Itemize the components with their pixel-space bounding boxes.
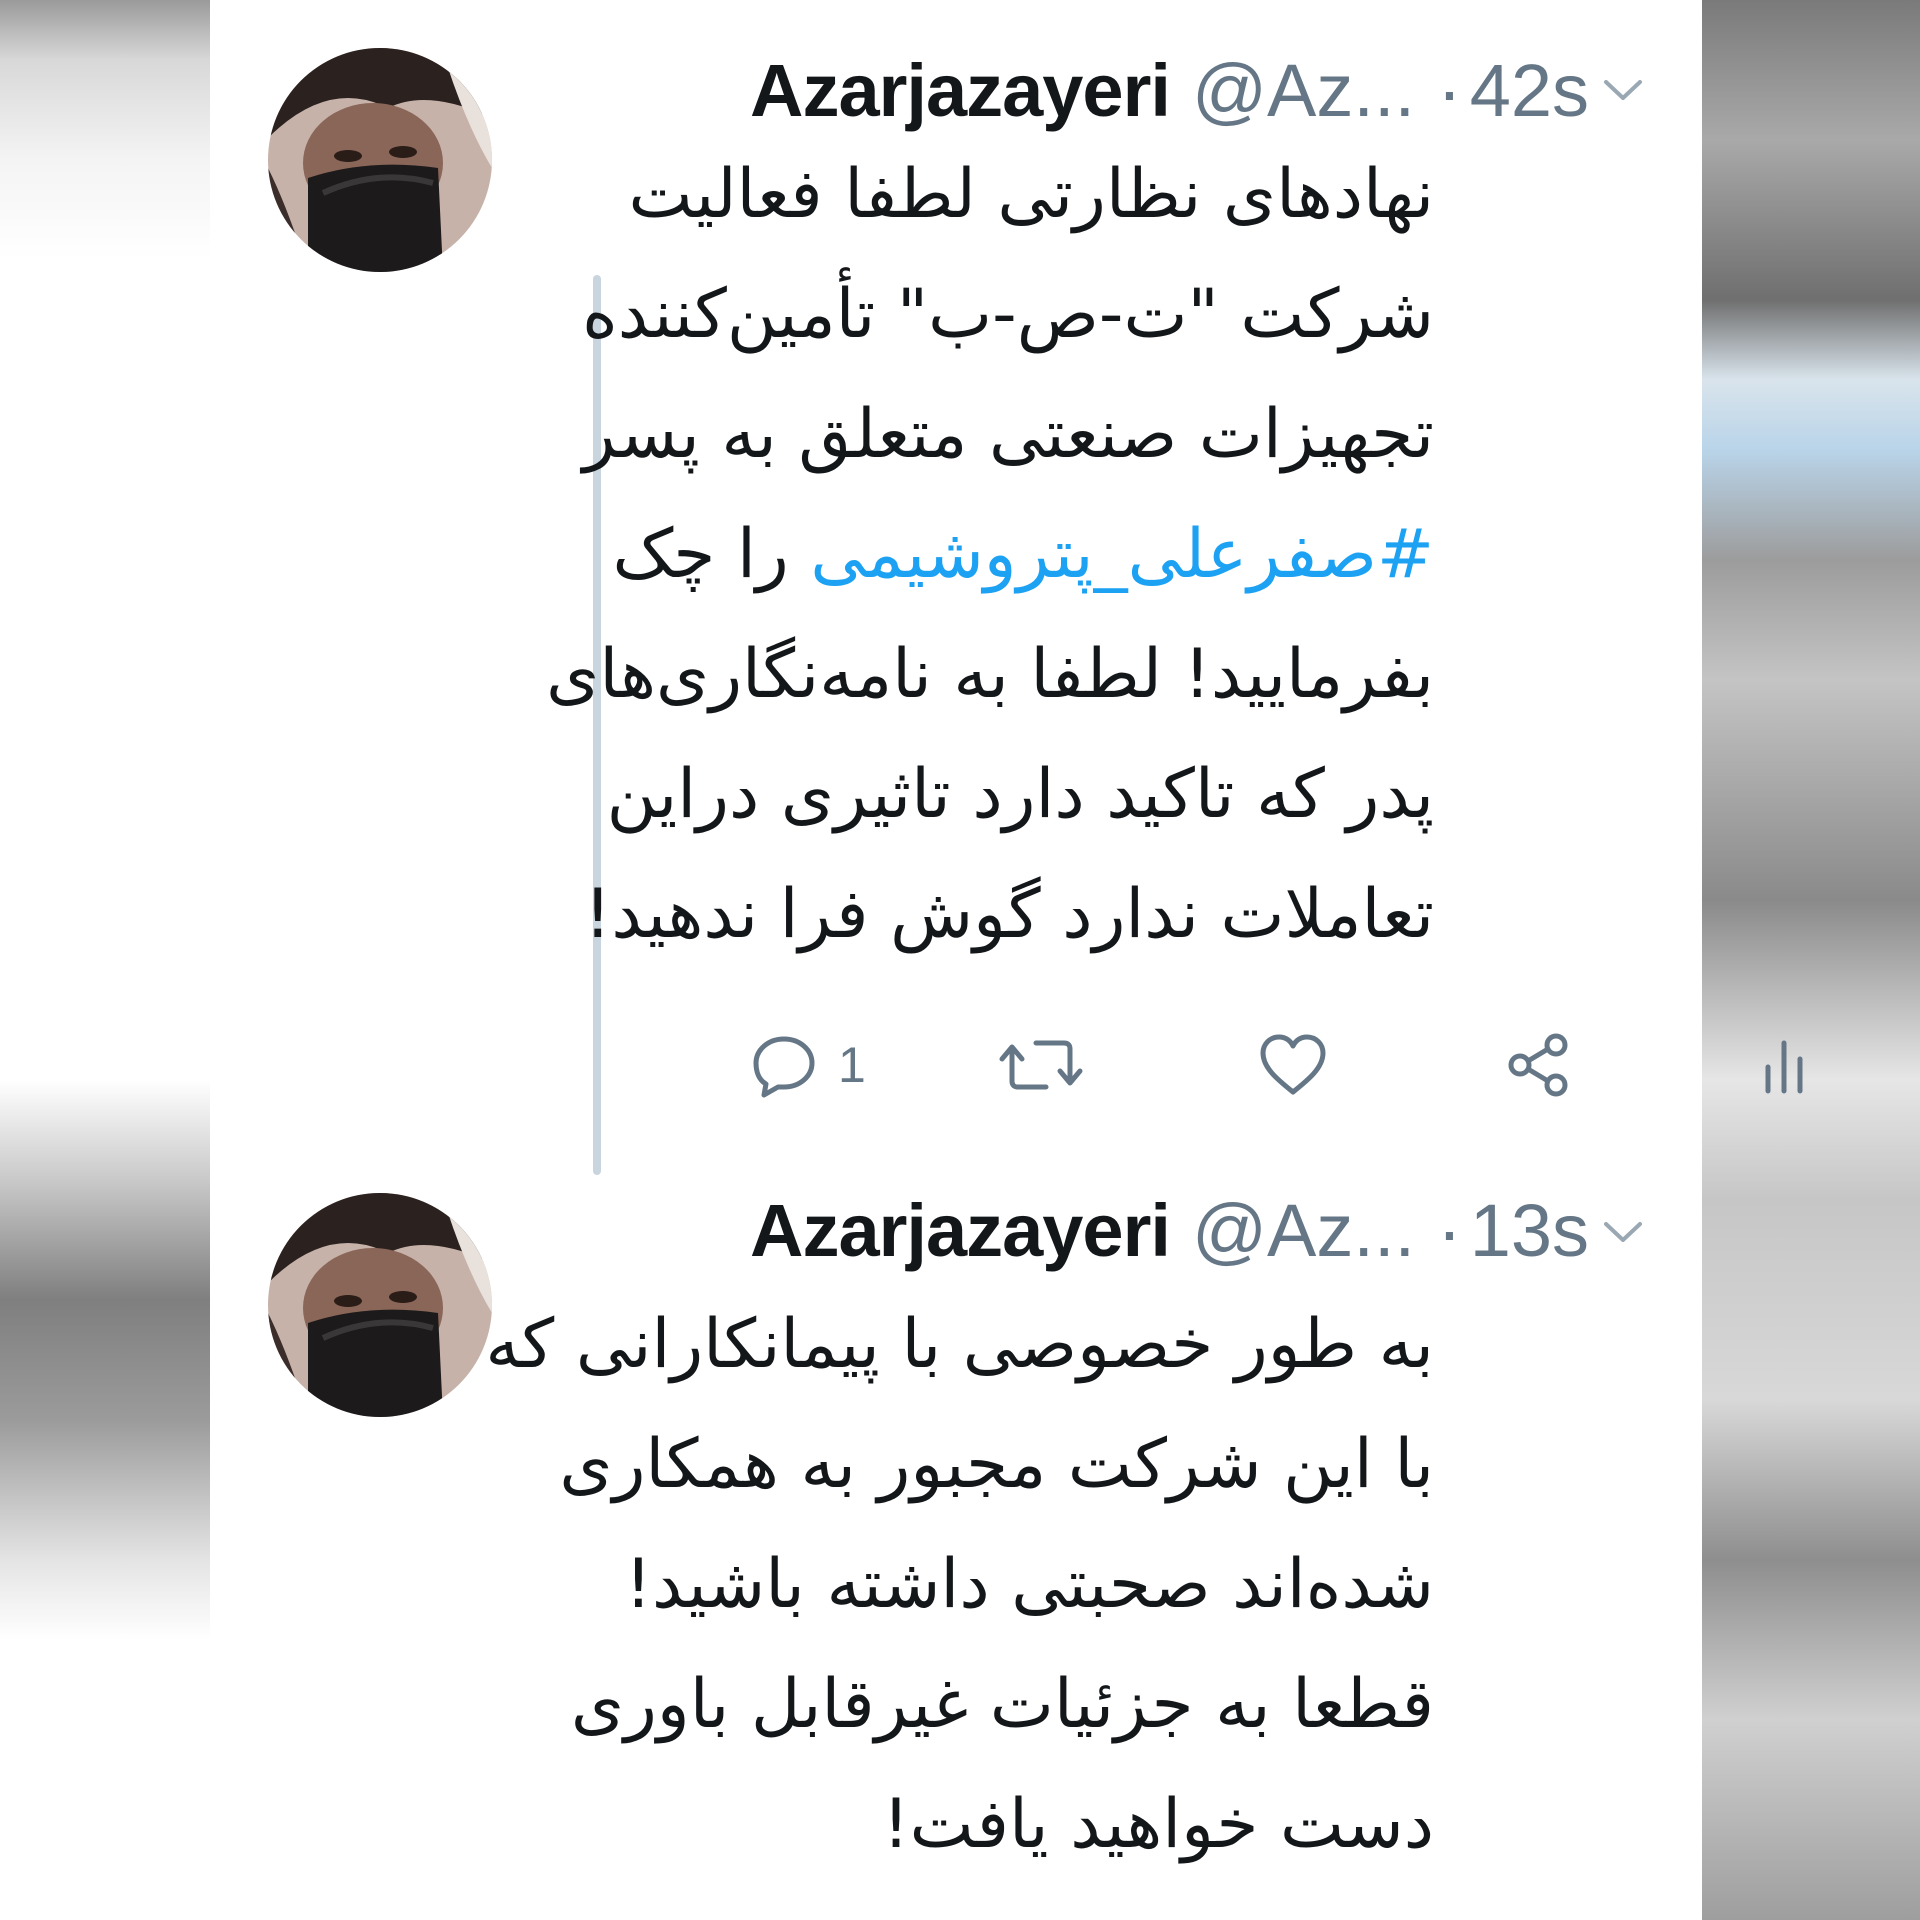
tweet-line: به طور خصوصی با پیمانکارانی که — [485, 1305, 1434, 1384]
user-handle[interactable]: @Az... — [1192, 1188, 1415, 1273]
tweet-header: Azarjazayeri @Az... · 13s — [750, 1180, 1589, 1280]
tweet-line: پدر که تاکید دارد تاثیری دراین — [606, 755, 1434, 834]
separator-dot: · — [1437, 48, 1462, 132]
blurred-background-right — [1702, 0, 1920, 1920]
tweet-line: دست خواهید یافت! — [882, 1785, 1434, 1864]
tweet-line: نهادهای نظارتی لطفا فعالیت — [628, 155, 1434, 234]
separator-dot: · — [1437, 1188, 1462, 1272]
tweet-line: شرکت "ت-ص-ب" تأمین‌کننده — [582, 275, 1434, 354]
blurred-background-left — [0, 0, 218, 1920]
heart-icon — [1260, 1034, 1326, 1095]
avatar[interactable] — [268, 1193, 492, 1417]
chevron-down-icon[interactable] — [1598, 70, 1648, 110]
tweet-line: شده‌اند صحبتی داشته باشید! — [624, 1545, 1434, 1624]
analytics-button[interactable] — [1760, 1020, 1808, 1110]
retweet-icon — [999, 1040, 1083, 1090]
tweet-text: نهادهای نظارتی لطفا فعالیت شرکت "ت-ص-ب" … — [546, 135, 1434, 975]
tweet-actions: 1 — [750, 1020, 1850, 1110]
display-name[interactable]: Azarjazayeri — [750, 48, 1171, 133]
reply-icon — [753, 1036, 815, 1098]
user-handle[interactable]: @Az... — [1192, 48, 1415, 133]
tweet-thread: Azarjazayeri @Az... · 42s نهادهای نظارتی… — [218, 0, 1803, 1920]
tweet-line: با این شرکت مجبور به همکاری — [559, 1425, 1434, 1504]
tweet-text-fragment: را چک — [612, 515, 789, 594]
avatar[interactable] — [268, 48, 492, 272]
share-button[interactable] — [1504, 1020, 1572, 1110]
retweet-button[interactable] — [998, 1020, 1084, 1110]
display-name[interactable]: Azarjazayeri — [750, 1188, 1171, 1273]
chevron-down-icon[interactable] — [1598, 1212, 1648, 1252]
share-icon — [1508, 1033, 1568, 1097]
tweet-header: Azarjazayeri @Az... · 42s — [750, 40, 1589, 140]
timestamp[interactable]: 13s — [1470, 1188, 1589, 1273]
tweet-line: قطعا به جزئیات غیرقابل باوری — [570, 1665, 1434, 1744]
tweet-line-hashtag: #صفرعلی_پتروشیمی را چک — [546, 495, 1434, 615]
tweet-text: به طور خصوصی با پیمانکارانی که با این شر… — [485, 1285, 1434, 1885]
analytics-icon — [1765, 1040, 1803, 1094]
tweet-line: تعاملات ندارد گوش فرا ندهید! — [584, 875, 1434, 954]
tweet-line: بفرمایید! لطفا به نامه‌نگاری‌های — [546, 635, 1434, 714]
reply-button[interactable]: 1 — [750, 1020, 866, 1110]
reply-count: 1 — [838, 1037, 866, 1093]
tweet-line: تجهیزات صنعتی متعلق به پسر — [582, 395, 1434, 474]
hashtag-link[interactable]: #صفرعلی_پتروشیمی — [810, 515, 1434, 594]
like-button[interactable] — [1258, 1020, 1328, 1110]
timestamp[interactable]: 42s — [1470, 48, 1589, 133]
